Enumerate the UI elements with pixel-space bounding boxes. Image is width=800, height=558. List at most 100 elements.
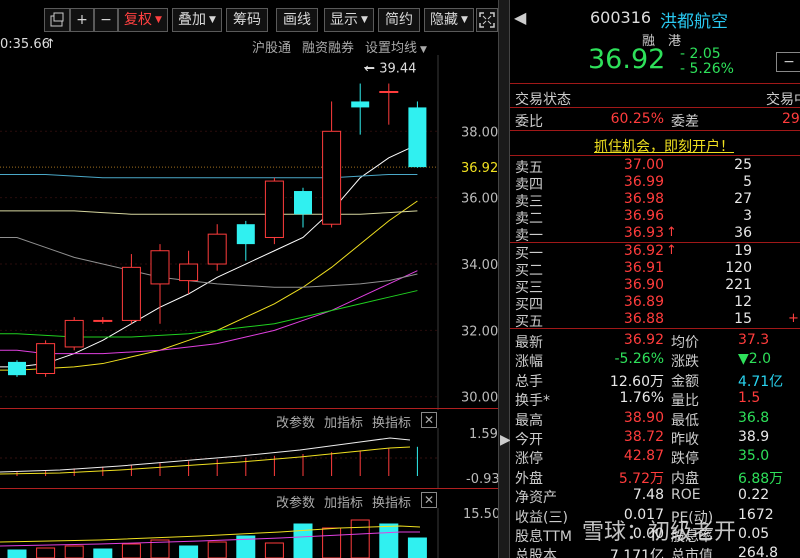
stat-label: 跌停 [671,451,699,468]
sub2-close-icon[interactable]: ✕ [421,492,437,508]
candle-body [379,90,399,93]
stat-value: ▼2.0 [738,351,772,368]
stat-value: 42.87 [623,448,664,465]
y-tick-label: 32.00 [461,324,498,339]
ask-volume: 5 [743,174,752,190]
price-change-pct: - 5.26% [680,61,734,77]
stat-label: 总市值 [671,548,713,558]
open-account-link[interactable]: 抓住机会，即刻开户！ [594,136,734,156]
fuquan-label: 复权 [124,12,153,28]
draw-line-button[interactable]: 画线 [276,8,318,32]
simple-label: 简约 [385,12,413,28]
bid-row[interactable]: 买一 36.92 ↑ 19 [510,243,800,262]
stat-label: ROE [671,487,701,504]
bid-volume: 19 [734,243,752,259]
weicha-label: 委差 [671,114,699,130]
panel-splitter[interactable] [498,0,510,558]
bid-volume: 12 [734,294,752,310]
candle-body [150,250,170,285]
bid-row[interactable]: 买二 36.91 120 [510,260,800,279]
stat-value: 38.72 [623,429,664,445]
volume-bar [350,519,370,558]
volume-bar [64,545,84,558]
simple-button[interactable]: 简约 [378,8,420,32]
overlay-dropdown[interactable]: 叠加 ▼ [172,8,222,32]
window-icon [50,12,64,27]
candle-body [207,233,227,265]
candle-body [322,130,342,225]
window-button[interactable] [44,8,70,32]
stat-label: 股息TTM [515,529,572,545]
ask-row[interactable]: 卖四 36.99 5 [510,174,800,193]
fuquan-dropdown[interactable]: 复权 ▼ [118,8,168,32]
bid-row[interactable]: 买三 36.90 221 [510,277,800,296]
collapse-quote-button[interactable]: − [776,52,800,72]
minus-icon: − [100,12,112,28]
stat-label: 涨跌 [671,354,699,371]
display-dropdown[interactable]: 显示 ▼ [324,8,374,32]
stats-row: 涨幅 -5.26% 涨跌 ▼2.0 [510,351,800,370]
set-ma-dropdown[interactable]: 设置均线 ▼ [365,37,427,56]
bid-price: 36.91 [623,260,664,276]
stats-row: 今开 38.72 昨收 38.9 [510,429,800,448]
stat-value: 6.88万 [738,470,784,487]
stat-value: 0.22 [738,487,770,504]
ask-row[interactable]: 卖二 36.96 3 [510,208,800,227]
kline-chart[interactable]: 38.00 36.00 34.00 32.00 30.00 36.92 ← 39.44 [0,55,498,410]
y-tick-label: 30.00 [461,391,498,406]
candle-body [64,319,84,348]
bid-price: 36.90 [623,277,664,293]
caret-down-icon: ▼ [461,15,468,25]
bid-price: 36.88 [623,311,664,327]
volume-bar [36,547,56,558]
candle-body [236,224,255,245]
bid-volume: 15 [734,311,752,327]
ask-row[interactable]: 卖五 37.00 25 [510,157,800,176]
stat-value: 7.171亿 [609,548,664,558]
high-marker-label: ← 39.44 [364,62,416,77]
divider [510,107,800,108]
ask-row[interactable]: 卖三 36.98 27 [510,191,800,210]
bid-price: 36.92 [623,243,664,259]
margin-link[interactable]: 融资融券 [302,37,354,56]
stat-value: 38.9 [738,429,770,445]
stat-label: 内盘 [671,470,699,487]
stat-value: 1.76% [619,390,664,407]
stats-row: 外盘 5.72万 内盘 6.88万 [510,468,800,487]
stock-code: 600316 [590,8,652,27]
stats-row: 换手* 1.76% 量比 1.5 [510,390,800,409]
ask-volume: 36 [734,225,752,241]
stat-label: 总股本 [515,548,557,558]
volume-bar [7,549,27,558]
ask-price: 36.96 [623,208,664,224]
volume-bar [407,537,427,558]
ask-row[interactable]: 卖一 36.93 ↑ 36 [510,225,800,244]
sub1-close-icon[interactable]: ✕ [421,412,437,428]
overlay-label: 叠加 [178,12,207,28]
stat-value: 0.05 [738,526,770,542]
hsgt-link[interactable]: 沪股通 [252,37,291,56]
chips-button[interactable]: 筹码 [226,8,268,32]
sub1-indicator-chart[interactable] [0,428,498,488]
ma-line-ma30 [0,290,418,338]
candle-body [264,180,284,238]
candle-body [8,361,26,376]
sub2-indicator-chart[interactable] [0,508,498,558]
fullscreen-button[interactable] [476,8,498,32]
zoom-in-button[interactable]: + [70,8,94,32]
stats-row: 涨停 42.87 跌停 35.0 [510,448,800,467]
hide-dropdown[interactable]: 隐藏 ▼ [424,8,474,32]
chart-toolbar: + − 复权 ▼ 叠加 ▼ 筹码 画线 显示 ▼ 简约 隐藏 ▼ [0,0,500,38]
candle-body [179,263,199,282]
stat-label: 涨幅 [515,354,543,371]
stats-row: 最高 38.90 最低 36.8 [510,410,800,429]
back-arrow-icon[interactable]: ◀ [514,8,526,27]
zoom-out-button[interactable]: − [94,8,118,32]
volume-bar [264,542,284,558]
bid-row[interactable]: 买四 36.89 12 [510,294,800,313]
bid-row[interactable]: 买五 36.88 15 + [510,311,800,330]
stats-row: 净资产 7.48 ROE 0.22 [510,487,800,506]
watermark: 雪球：初级老开 [582,520,737,545]
stat-value: 1672 [738,506,774,523]
stat-label: 总手 [515,373,543,390]
